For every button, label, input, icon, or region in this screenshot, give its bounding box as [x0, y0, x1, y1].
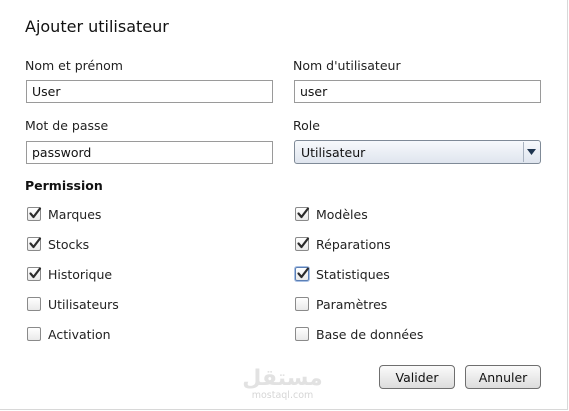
validate-button[interactable]: Valider: [379, 365, 455, 389]
role-select[interactable]: Utilisateur: [294, 140, 541, 164]
permission-item-stocks[interactable]: Stocks: [27, 235, 89, 253]
permission-label: Statistiques: [316, 266, 390, 282]
role-select-value: Utilisateur: [301, 145, 366, 160]
permission-label: Réparations: [316, 236, 391, 252]
permission-checkbox[interactable]: [295, 267, 310, 281]
permission-item-statistiques[interactable]: Statistiques: [295, 265, 390, 283]
dialog-title: Ajouter utilisateur: [25, 17, 169, 36]
check-icon: [297, 237, 310, 249]
permission-checkbox[interactable]: [295, 327, 309, 341]
mostaql-watermark: مستقل mostaql.com: [240, 368, 325, 402]
permission-checkbox[interactable]: [295, 207, 310, 221]
permission-label: Stocks: [48, 236, 90, 252]
check-icon: [29, 267, 42, 279]
fullname-input[interactable]: [26, 80, 273, 103]
permission-checkbox[interactable]: [27, 297, 41, 311]
permission-label: Activation: [48, 326, 111, 342]
add-user-dialog: Ajouter utilisateur Nom et prénom Nom d'…: [0, 0, 568, 410]
fullname-label: Nom et prénom: [25, 58, 123, 73]
permission-item-historique[interactable]: Historique: [27, 265, 112, 283]
password-label: Mot de passe: [25, 118, 109, 133]
permission-checkbox[interactable]: [27, 267, 42, 281]
permission-item-reparations[interactable]: Réparations: [295, 235, 391, 253]
password-input[interactable]: [26, 141, 273, 164]
permission-label: Historique: [48, 266, 113, 282]
permission-checkbox[interactable]: [27, 237, 42, 251]
permission-item-parametres[interactable]: Paramètres: [295, 295, 387, 313]
permission-item-marques[interactable]: Marques: [27, 205, 101, 223]
permission-item-activation[interactable]: Activation: [27, 325, 111, 343]
permission-label: Base de données: [316, 326, 424, 342]
permission-label: Modèles: [316, 206, 368, 222]
check-icon: [297, 207, 310, 219]
permission-label: Paramètres: [316, 296, 388, 312]
permission-label: Marques: [48, 206, 102, 222]
username-input[interactable]: [294, 80, 541, 103]
chevron-down-icon[interactable]: [523, 142, 539, 162]
permission-item-modeles[interactable]: Modèles: [295, 205, 368, 223]
check-icon: [297, 267, 310, 279]
watermark-logo-text: مستقل: [242, 366, 323, 391]
watermark-url: mostaql.com: [251, 390, 314, 401]
username-label: Nom d'utilisateur: [293, 58, 401, 73]
permission-item-base-de-donnees[interactable]: Base de données: [295, 325, 423, 343]
permission-checkbox[interactable]: [295, 297, 309, 311]
permission-item-utilisateurs[interactable]: Utilisateurs: [27, 295, 119, 313]
permission-section-title: Permission: [25, 178, 103, 193]
permission-checkbox[interactable]: [295, 237, 310, 251]
permission-checkbox[interactable]: [27, 327, 41, 341]
permission-label: Utilisateurs: [48, 296, 119, 312]
role-label: Role: [293, 118, 320, 133]
check-icon: [29, 237, 42, 249]
permission-checkbox[interactable]: [27, 207, 42, 221]
check-icon: [29, 207, 42, 219]
cancel-button[interactable]: Annuler: [465, 365, 541, 389]
